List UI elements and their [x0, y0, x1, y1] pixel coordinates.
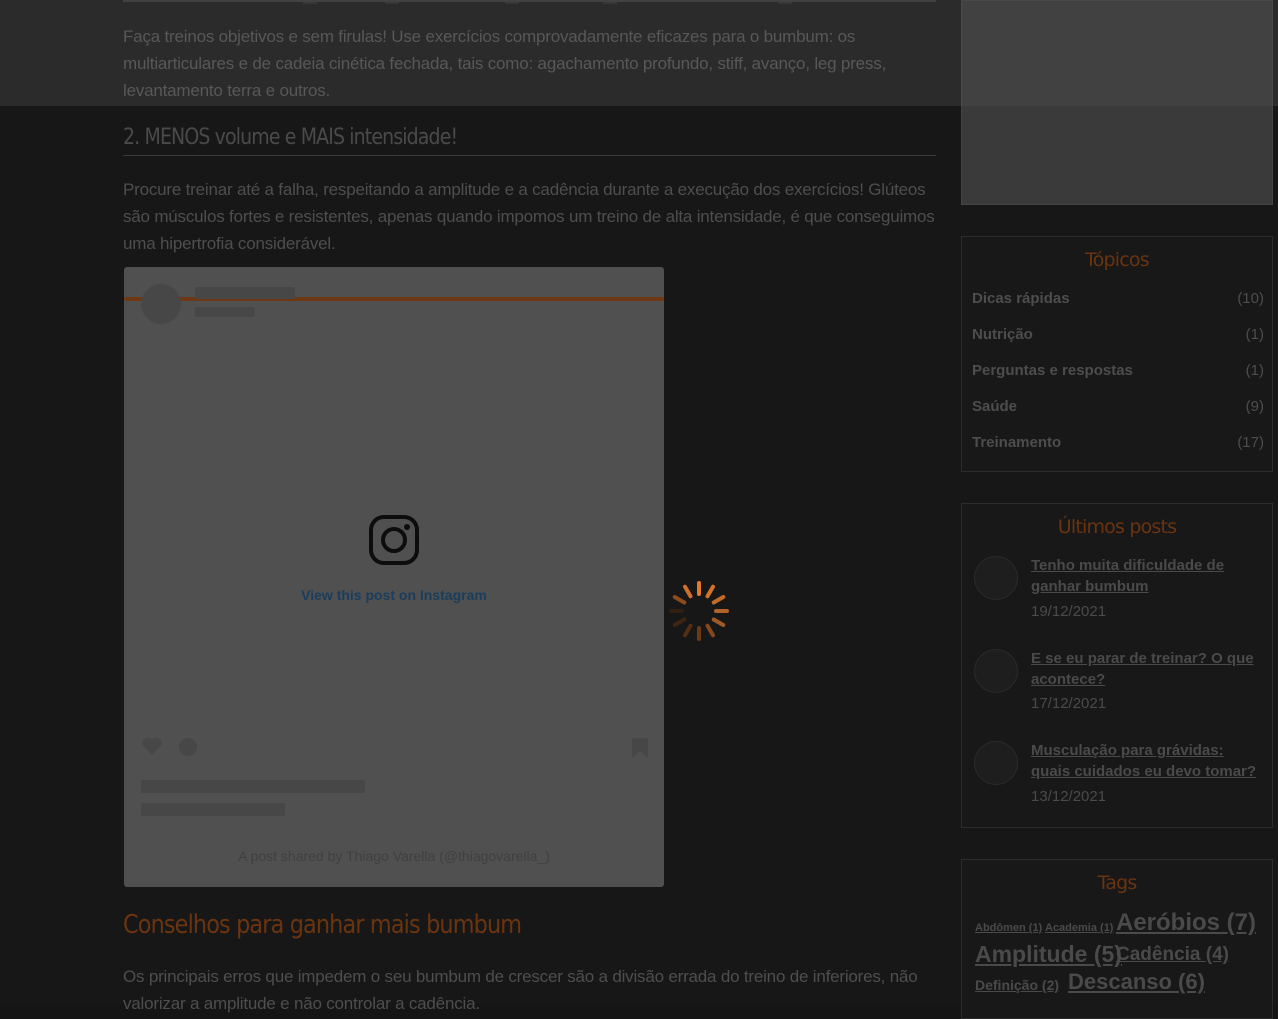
instagram-icon[interactable] — [369, 515, 419, 565]
bookmark-icon — [632, 738, 648, 758]
next-section-paragraph: Os principais erros que impedem o seu bu… — [123, 967, 918, 1013]
post-thumbnail[interactable] — [974, 741, 1018, 785]
tag-link[interactable]: Definição (2) — [975, 977, 1059, 993]
intro-paragraph: Faça treinos objetivos e sem firulas! Us… — [123, 27, 887, 100]
post-thumbnail[interactable] — [974, 649, 1018, 693]
topic-label[interactable]: Saúde — [972, 398, 1017, 415]
topics-widget: Tópicos Dicas rápidas (10) Nutrição (1) … — [961, 236, 1273, 472]
divider — [123, 0, 936, 2]
tag-link[interactable]: Descanso (6) — [1068, 969, 1205, 995]
post-title-link[interactable]: Musculação para grávidas: quais cuidados… — [1031, 740, 1261, 782]
topic-item[interactable]: Saúde (9) — [972, 398, 1264, 415]
comment-icon — [179, 738, 197, 756]
text-fragment — [603, 0, 617, 4]
post-date: 17/12/2021 — [1031, 695, 1107, 712]
tag-link[interactable]: Abdômen (1) — [975, 922, 1042, 934]
embed-caption[interactable]: A post shared by Thiago Varella (@thiago… — [124, 848, 664, 864]
post-date: 19/12/2021 — [1031, 603, 1107, 620]
topic-label[interactable]: Treinamento — [972, 434, 1061, 451]
post-title-link[interactable]: Tenho muita dificuldade de ganhar bumbum — [1031, 555, 1261, 597]
text-fragment — [778, 0, 792, 4]
tag-link[interactable]: Aeróbios (7) — [1116, 909, 1256, 937]
topic-item[interactable]: Dicas rápidas (10) — [972, 290, 1264, 307]
loading-spinner-icon — [669, 581, 729, 641]
topic-label[interactable]: Dicas rápidas — [972, 290, 1070, 307]
post-thumbnail[interactable] — [974, 556, 1018, 600]
heart-icon — [142, 737, 162, 755]
topics-title: Tópicos — [1085, 249, 1150, 271]
tag-link[interactable]: Cadência (4) — [1116, 944, 1229, 966]
topic-label[interactable]: Perguntas e respostas — [972, 362, 1133, 379]
section-paragraph: Procure treinar até a falha, respeitando… — [123, 180, 935, 253]
topic-count: (9) — [1245, 398, 1264, 415]
heading-divider — [123, 155, 936, 156]
instagram-embed[interactable]: View this post on Instagram A post share… — [124, 267, 664, 887]
section-heading: 2. MENOS volume e MAIS intensidade! — [123, 125, 458, 150]
tag-link[interactable]: Academia (1) — [1045, 922, 1113, 934]
tag-link[interactable]: Amplitude (5) — [975, 941, 1122, 968]
topic-count: (10) — [1237, 290, 1264, 307]
topic-count: (17) — [1237, 434, 1264, 451]
topic-count: (1) — [1245, 326, 1264, 343]
text-fragment — [385, 0, 399, 4]
subtitle-placeholder — [195, 307, 255, 317]
text-placeholder — [141, 803, 285, 816]
next-section-heading: Conselhos para ganhar mais bumbum — [123, 910, 522, 940]
latest-posts-widget: Últimos posts Tenho muita dificuldade de… — [961, 503, 1273, 828]
post-date: 13/12/2021 — [1031, 788, 1107, 805]
avatar-placeholder — [141, 284, 181, 324]
topic-item[interactable]: Treinamento (17) — [972, 434, 1264, 451]
topic-label[interactable]: Nutrição — [972, 326, 1033, 343]
text-fragment — [505, 0, 519, 4]
topic-count: (1) — [1245, 362, 1264, 379]
latest-posts-title: Últimos posts — [1057, 516, 1177, 538]
post-title-link[interactable]: E se eu parar de treinar? O que acontece… — [1031, 648, 1261, 690]
text-placeholder — [141, 780, 365, 793]
tags-title: Tags — [1097, 872, 1138, 894]
topic-item[interactable]: Nutrição (1) — [972, 326, 1264, 343]
username-placeholder — [195, 287, 295, 299]
view-on-instagram-link[interactable]: View this post on Instagram — [124, 587, 664, 603]
tags-widget: Tags Abdômen (1) Academia (1) Aeróbios (… — [961, 859, 1273, 1019]
topic-item[interactable]: Perguntas e respostas (1) — [972, 362, 1264, 379]
ad-slot — [961, 0, 1273, 205]
text-fragment — [303, 0, 317, 4]
